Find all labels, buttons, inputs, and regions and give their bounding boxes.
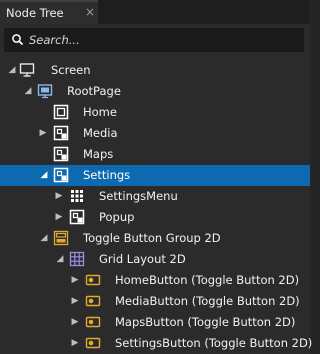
page-component-icon xyxy=(69,209,85,225)
tab-bar: Node Tree × xyxy=(0,0,310,24)
tab-title: Node Tree xyxy=(6,6,64,20)
tree-row-mediabutton[interactable]: ▶ MediaButton (Toggle Button 2D) xyxy=(0,291,310,312)
tree-row-rootpage[interactable]: ◢ RootPage xyxy=(0,81,310,102)
toggle-button-icon xyxy=(85,337,101,349)
expand-arrow-icon[interactable]: ▶ xyxy=(54,210,64,224)
tree-row-toggle-button-group[interactable]: ◢ Toggle Button Group 2D xyxy=(0,228,310,249)
search-icon xyxy=(12,34,24,46)
page-component-icon xyxy=(53,146,69,162)
tree-row-home[interactable]: Home xyxy=(0,102,310,123)
collapse-arrow-icon[interactable]: ◢ xyxy=(39,231,49,245)
tree-label: HomeButton (Toggle Button 2D) xyxy=(115,273,300,287)
tree-label: Maps xyxy=(83,147,114,161)
expand-arrow-icon[interactable]: ▶ xyxy=(54,189,64,203)
tree-row-media[interactable]: ▶ Media xyxy=(0,123,310,144)
toggle-group-icon xyxy=(53,230,69,246)
tree-label: Home xyxy=(83,105,117,119)
tree-label: Toggle Button Group 2D xyxy=(83,231,221,245)
tree-label: Grid Layout 2D xyxy=(99,252,186,266)
tree-label: RootPage xyxy=(67,84,121,98)
toggle-button-icon xyxy=(85,316,101,328)
tab-node-tree[interactable]: Node Tree × xyxy=(0,0,98,24)
tree-row-homebutton[interactable]: ▶ HomeButton (Toggle Button 2D) xyxy=(0,270,310,291)
tree-row-settings[interactable]: ◢ Settings xyxy=(0,165,310,186)
tree-label: Media xyxy=(83,126,118,140)
page-component-icon xyxy=(53,125,69,141)
grid-dots-icon xyxy=(71,190,83,202)
collapse-arrow-icon[interactable]: ◢ xyxy=(7,63,17,77)
expand-arrow-icon[interactable]: ▶ xyxy=(70,273,80,287)
tree-label: Settings xyxy=(83,168,131,182)
tree-row-screen[interactable]: ◢ Screen xyxy=(0,60,310,81)
tree-label: SettingsButton (Toggle Button 2D) xyxy=(115,336,313,350)
close-icon[interactable]: × xyxy=(85,5,95,19)
tree-row-settingsbutton[interactable]: ▶ SettingsButton (Toggle Button 2D) xyxy=(0,333,313,354)
tree-label: Screen xyxy=(51,63,91,77)
tree-row-mapsbutton[interactable]: ▶ MapsButton (Toggle Button 2D) xyxy=(0,312,310,333)
collapse-arrow-icon[interactable]: ◢ xyxy=(55,252,65,266)
tree-row-maps[interactable]: Maps xyxy=(0,144,310,165)
toggle-button-icon xyxy=(85,274,101,286)
node-tree-panel: ◢ Screen ◢ RootPage Home ▶ xyxy=(0,24,313,354)
page-outline-icon xyxy=(53,104,69,120)
monitor-icon xyxy=(19,63,35,77)
tree-label: MapsButton (Toggle Button 2D) xyxy=(115,315,296,329)
tree-label: Popup xyxy=(99,210,135,224)
tree-row-popup[interactable]: ▶ Popup xyxy=(0,207,310,228)
page-component-icon xyxy=(53,167,69,183)
collapse-arrow-icon[interactable]: ◢ xyxy=(23,84,33,98)
tree-row-grid-layout[interactable]: ◢ Grid Layout 2D xyxy=(0,249,310,270)
tree-label: SettingsMenu xyxy=(99,189,178,203)
expand-arrow-icon[interactable]: ▶ xyxy=(70,336,80,350)
page-icon xyxy=(37,84,53,99)
expand-arrow-icon[interactable]: ▶ xyxy=(70,294,80,308)
toggle-button-icon xyxy=(85,295,101,307)
expand-arrow-icon[interactable]: ▶ xyxy=(38,126,48,140)
expand-arrow-icon[interactable]: ▶ xyxy=(70,315,80,329)
tree-row-settingsmenu[interactable]: ▶ SettingsMenu xyxy=(0,186,310,207)
search-input[interactable] xyxy=(29,33,289,47)
grid-layout-icon xyxy=(69,251,85,267)
tree-label: MediaButton (Toggle Button 2D) xyxy=(115,294,300,308)
collapse-arrow-icon[interactable]: ◢ xyxy=(39,168,49,182)
search-box[interactable] xyxy=(4,28,304,52)
